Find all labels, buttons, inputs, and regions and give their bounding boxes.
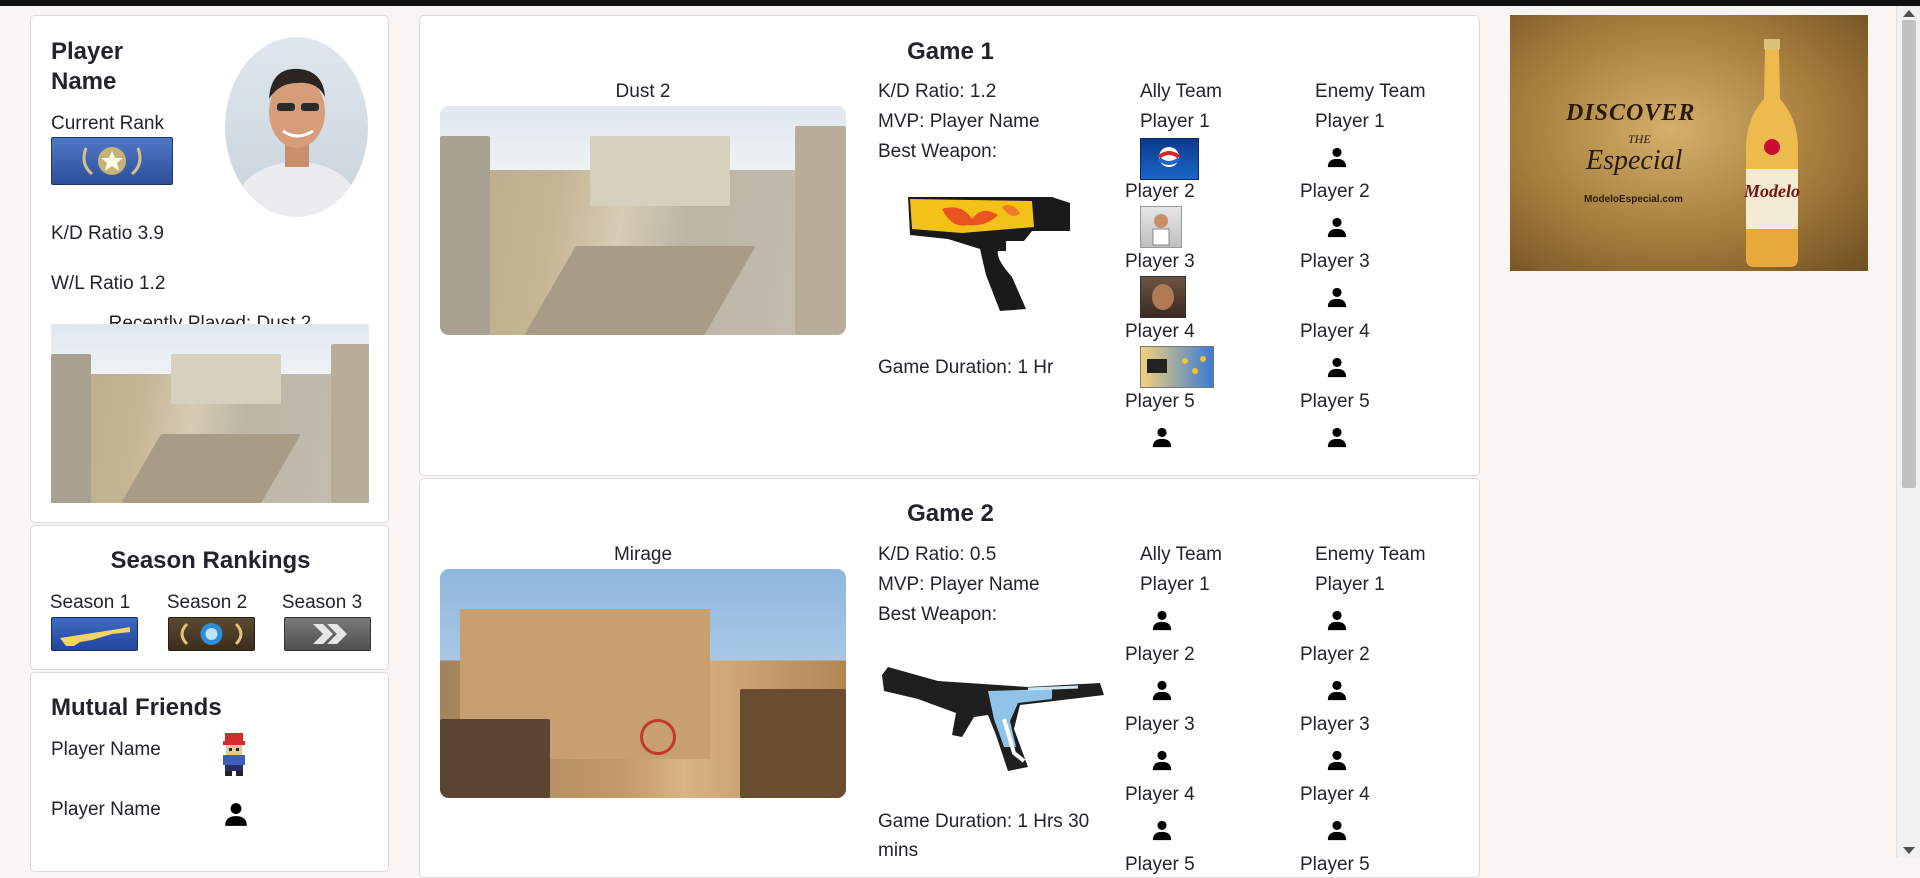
page-scrollbar[interactable] [1896,6,1920,858]
ally-player[interactable]: Player 1 [1140,110,1210,134]
person-icon [1152,750,1172,771]
current-rank-label: Current Rank [51,113,164,134]
best-weapon-label: Best Weapon: [878,141,998,162]
person-icon [1327,217,1347,238]
enemy-team-header: Enemy Team [1315,544,1426,565]
ally-player-avatar [1140,346,1214,388]
person-icon [1152,427,1172,448]
ally-team-header: Ally Team [1140,544,1223,565]
ally-player[interactable]: Player 2 [1125,180,1195,204]
season-3-rank-icon [284,617,371,651]
ally-player[interactable]: Player 2 [1125,643,1195,667]
friend-pixel-avatar [217,731,251,777]
scrollbar-thumb[interactable] [1902,20,1916,488]
wl-ratio: W/L Ratio 1.2 [51,273,166,294]
ally-player[interactable]: Player 4 [1125,783,1195,807]
game-title: Game 2 [907,500,994,527]
player-name: Player Name [51,38,124,95]
person-icon [1327,357,1347,378]
season-3-label: Season 3 [281,592,363,613]
ad-especial: Especial [1586,145,1683,176]
ad-url: ModeloEspecial.com [1584,194,1683,205]
best-weapon-image [902,179,1082,314]
game-title: Game 1 [907,38,994,65]
person-icon [1152,610,1172,631]
game-card: Game 2 Mirage K/D Ratio: 0.5 MVP: Player… [419,478,1480,878]
best-weapon-label: Best Weapon: [878,604,998,625]
person-icon [1327,287,1347,308]
mutual-friends-card: Mutual Friends Player Name Player Name [30,672,389,872]
mvp: MVP: Player Name [878,574,1040,595]
person-icon [1152,680,1172,701]
enemy-player[interactable]: Player 1 [1315,110,1385,134]
person-icon [1327,680,1347,701]
season-rankings-title: Season Rankings [110,547,311,574]
profile-card: Player Name Current Rank K/D Ratio 3.9 W… [30,15,389,523]
avatar [225,37,368,217]
ally-team-header: Ally Team [1140,81,1223,102]
top-bar [0,0,1920,6]
ally-player-avatar [1140,206,1182,248]
person-icon [1327,750,1347,771]
scroll-up-icon[interactable] [1903,10,1915,17]
season-2-rank-icon [168,617,255,651]
enemy-player[interactable]: Player 5 [1300,390,1370,414]
ally-player-avatar [1140,138,1199,180]
enemy-player[interactable]: Player 4 [1300,783,1370,807]
map-image [440,106,846,335]
ad-headline: DISCOVER [1566,100,1696,126]
person-icon [1327,820,1347,841]
person-icon [1152,820,1172,841]
ally-player[interactable]: Player 3 [1125,250,1195,274]
map-name: Dust 2 [615,81,671,102]
person-icon [225,803,247,826]
ally-player[interactable]: Player 5 [1125,853,1195,877]
season-2-label: Season 2 [166,592,248,613]
enemy-player[interactable]: Player 4 [1300,320,1370,344]
ally-player-avatar [1140,276,1186,318]
game-card: Game 1 Dust 2 K/D Ratio: 1.2 MVP: Player… [419,15,1480,476]
rank-badge-icon [51,137,173,185]
season-1-rank-icon [51,617,138,651]
enemy-player[interactable]: Player 3 [1300,713,1370,737]
mvp: MVP: Player Name [878,111,1040,132]
map-image [440,569,846,798]
kd-ratio: K/D Ratio 3.9 [51,223,164,244]
person-icon [1327,610,1347,631]
ad-brand: Modelo [1744,181,1800,201]
mutual-friends-title: Mutual Friends [51,694,222,721]
friend-name[interactable]: Player Name [51,738,161,762]
scroll-down-icon[interactable] [1903,847,1915,854]
game-duration: Game Duration: 1 Hr [878,357,1054,378]
ally-player[interactable]: Player 1 [1140,573,1210,597]
map-name: Mirage [613,544,673,565]
beer-bottle-image: Modelo [1740,39,1804,267]
best-weapon-image [878,659,1108,774]
recently-played-map-image [51,324,369,503]
enemy-player[interactable]: Player 2 [1300,643,1370,667]
enemy-player[interactable]: Player 5 [1300,853,1370,877]
friend-name[interactable]: Player Name [51,798,161,822]
season-rankings-card: Season Rankings Season 1 Season 2 Season… [30,525,389,670]
ally-player[interactable]: Player 3 [1125,713,1195,737]
kd-ratio: K/D Ratio: 1.2 [878,81,997,102]
enemy-team-header: Enemy Team [1315,81,1426,102]
enemy-player[interactable]: Player 3 [1300,250,1370,274]
game-duration: Game Duration: 1 Hrs 30 mins [878,811,1090,861]
ally-player[interactable]: Player 4 [1125,320,1195,344]
enemy-player[interactable]: Player 1 [1315,573,1385,597]
person-icon [1327,427,1347,448]
kd-ratio: K/D Ratio: 0.5 [878,544,997,565]
ally-player[interactable]: Player 5 [1125,390,1195,414]
season-1-label: Season 1 [49,592,131,613]
enemy-player[interactable]: Player 2 [1300,180,1370,204]
person-icon [1327,147,1347,168]
advertisement-banner[interactable]: DISCOVER THE Especial ModeloEspecial.com… [1510,15,1868,271]
